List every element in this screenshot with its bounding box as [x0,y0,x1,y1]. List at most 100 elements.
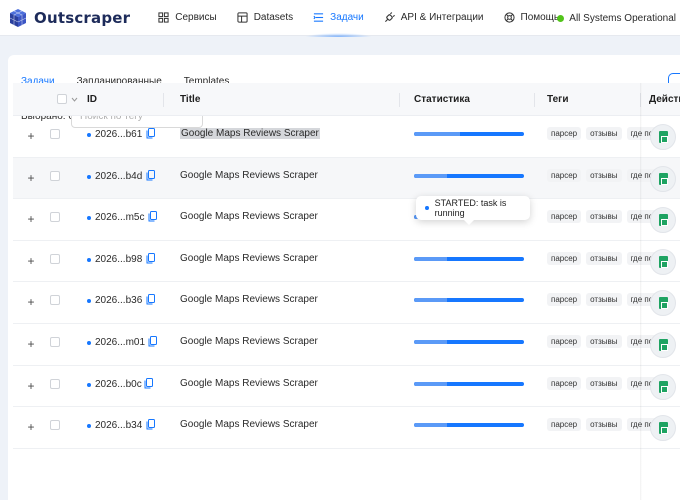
row-checkbox[interactable] [50,295,60,306]
tag-chip[interactable]: парсер [547,376,582,390]
tag-chip[interactable]: отзывы [586,293,622,307]
chevron-down-icon[interactable] [71,97,78,102]
row-checkbox[interactable] [50,212,60,223]
export-sheet-button[interactable] [650,331,676,358]
tag-chip[interactable]: парсер [547,127,582,140]
task-title[interactable]: Google Maps Reviews Scraper [180,128,320,139]
tag-chip[interactable]: отзывы [586,376,622,390]
select-all-checkbox[interactable] [57,94,67,104]
tag-chip[interactable]: отзывы [586,251,622,265]
task-id[interactable]: 2026...b34 [95,420,142,431]
tag-chip[interactable]: отзывы [586,168,622,182]
expand-row-button[interactable]: + [26,295,36,309]
column-header-id[interactable]: ID [87,94,97,105]
expand-row-button[interactable]: + [26,254,36,268]
task-id[interactable]: 2026...b98 [95,254,142,265]
copy-icon[interactable] [148,335,157,347]
tag-chip[interactable]: парсер [547,293,582,307]
table-row[interactable]: +2026...b36 Google Maps Reviews Scraper па… [13,282,680,324]
export-sheet-button[interactable] [650,207,676,234]
task-id[interactable]: 2026...b0c [95,379,142,390]
table-row[interactable]: +2026...m01 Google Maps Reviews Scraper па… [13,324,680,366]
copy-icon[interactable] [146,169,155,181]
row-checkbox[interactable] [50,253,60,264]
tag-chip[interactable]: отзывы [586,334,622,348]
column-header-actions[interactable]: Действ [649,94,680,105]
system-status[interactable]: All Systems Operational [557,0,676,36]
help-icon [503,12,515,23]
row-checkbox[interactable] [50,129,60,139]
task-title[interactable]: Google Maps Reviews Scraper [180,378,318,389]
column-divider [534,93,535,107]
expand-row-button[interactable]: + [26,379,36,393]
copy-icon[interactable] [146,128,155,139]
column-header-title[interactable]: Title [180,94,200,105]
nav-item-label: Datasets [253,12,294,23]
task-title[interactable]: Google Maps Reviews Scraper [180,336,318,347]
task-title[interactable]: Google Maps Reviews Scraper [180,170,318,181]
status-dot-icon [87,257,91,262]
expand-row-button[interactable]: + [26,129,36,143]
row-checkbox[interactable] [50,378,60,389]
column-header-stats[interactable]: Статистика [414,94,470,105]
nav-item-label: Помощь [520,12,560,23]
table-row[interactable]: +2026...b0c Google Maps Reviews Scraper па… [13,366,680,408]
table-row[interactable]: +2026...b34 Google Maps Reviews Scraper па… [13,407,680,449]
task-id[interactable]: 2026...b4d [95,171,142,182]
copy-icon[interactable] [146,294,155,305]
export-sheet-button[interactable] [650,373,676,400]
progress-fill [414,423,447,428]
nav-item-tasks[interactable]: Задачи [305,0,372,37]
tag-chip[interactable]: парсер [547,251,582,265]
task-title[interactable]: Google Maps Reviews Scraper [180,294,318,305]
table-header: ID Title Статистика Теги Действ [13,83,680,116]
progress-fill [414,339,447,344]
row-checkbox[interactable] [50,170,60,181]
tag-chip[interactable]: парсер [547,334,582,348]
nav-item-services[interactable]: Сервисы [150,0,224,36]
table-row[interactable]: +2026...b61 Google Maps Reviews Scraper па… [13,116,680,158]
export-sheet-button[interactable] [650,165,676,192]
table-row[interactable]: +2026...b98 Google Maps Reviews Scraper па… [13,241,680,283]
task-title[interactable]: Google Maps Reviews Scraper [180,253,318,264]
copy-icon[interactable] [144,377,153,389]
copy-icon[interactable] [146,419,155,430]
tag-chip[interactable]: парсер [547,210,582,224]
task-id[interactable]: 2026...b61 [95,129,142,140]
progress-fill [414,381,447,386]
task-id[interactable]: 2026...b36 [95,295,142,306]
tag-chip[interactable]: парсер [547,168,582,182]
tag-chip[interactable]: парсер [547,418,582,432]
spreadsheet-icon [659,172,668,185]
column-header-tags[interactable]: Теги [547,94,568,105]
expand-row-button[interactable]: + [26,337,36,351]
logo-text: Outscraper [34,8,131,27]
table-row[interactable]: +2026...b4d Google Maps Reviews Scraper па… [13,157,680,200]
column-divider [163,93,164,107]
tag-chip[interactable]: отзывы [586,127,622,140]
nav-item-api[interactable]: API & Интеграции [376,0,492,36]
tag-chip[interactable]: отзывы [586,418,622,432]
expand-row-button[interactable]: + [26,212,36,226]
row-checkbox[interactable] [50,336,60,347]
copy-icon[interactable] [148,211,157,222]
row-checkbox[interactable] [50,420,60,431]
tasks-table: ID Title Статистика Теги Действ +2026...… [13,83,680,449]
export-sheet-button[interactable] [650,124,676,150]
expand-row-button[interactable]: + [26,420,36,434]
spreadsheet-icon [659,131,668,143]
logo[interactable]: Outscraper [8,0,130,36]
export-sheet-button[interactable] [650,290,676,317]
progress-bar [414,381,524,386]
task-id[interactable]: 2026...m5c [95,212,144,223]
table-row[interactable]: +2026...m5c Google Maps Reviews Scraper па… [13,199,680,241]
nav-item-datasets[interactable]: Datasets [229,0,301,36]
export-sheet-button[interactable] [650,248,676,275]
task-title[interactable]: Google Maps Reviews Scraper [180,419,318,430]
export-sheet-button[interactable] [650,415,676,442]
copy-icon[interactable] [146,252,155,264]
tag-chip[interactable]: отзывы [586,210,622,224]
task-id[interactable]: 2026...m01 [95,337,145,348]
task-title[interactable]: Google Maps Reviews Scraper [180,211,318,222]
expand-row-button[interactable]: + [26,171,36,185]
